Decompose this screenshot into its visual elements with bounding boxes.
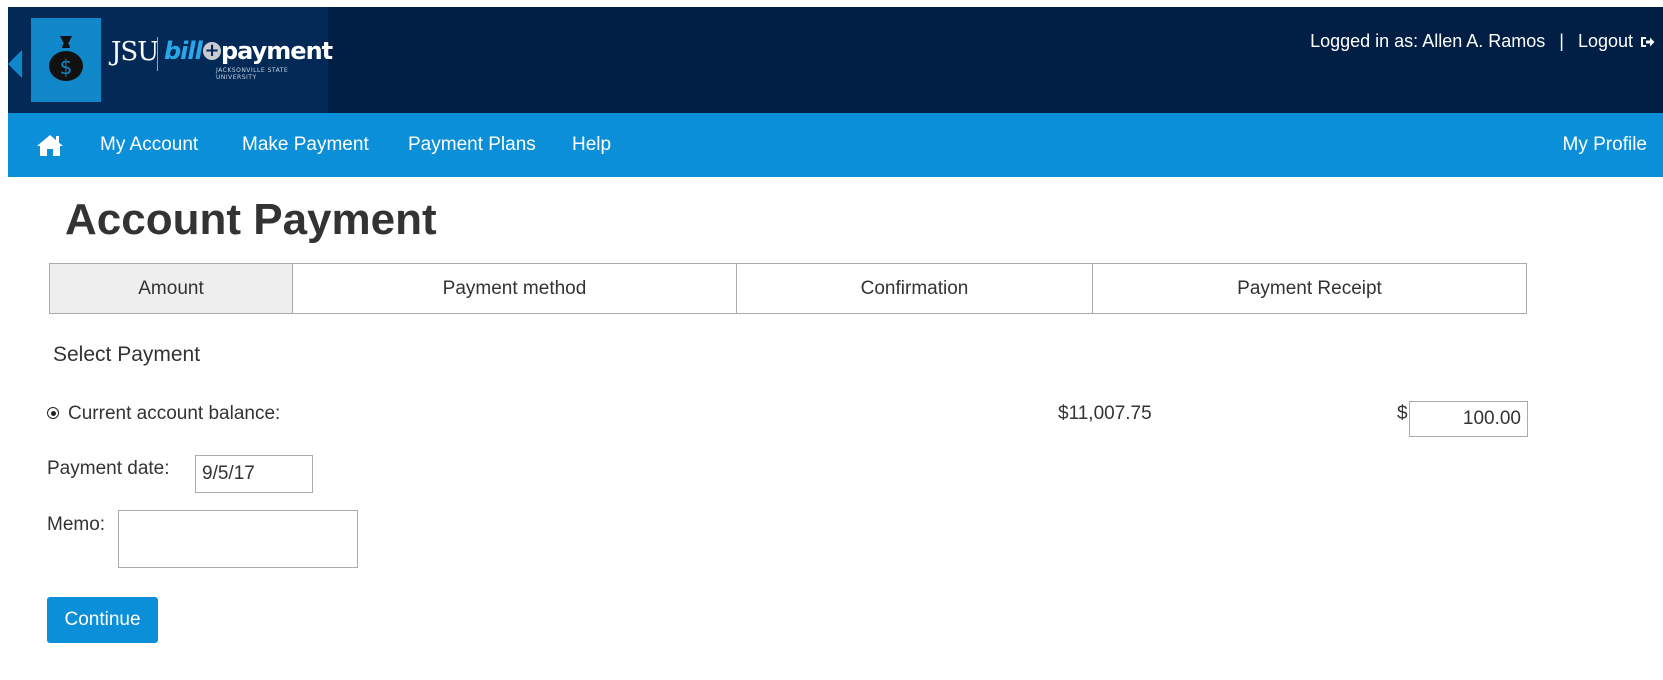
- home-icon[interactable]: [36, 133, 64, 157]
- main-nav: My Account Make Payment Payment Plans He…: [8, 113, 1663, 177]
- payment-date-label: Payment date:: [47, 458, 170, 479]
- svg-text:$: $: [60, 55, 73, 79]
- logo-payment-text: payment: [221, 37, 333, 65]
- logged-in-text: Logged in as: Allen A. Ramos: [1310, 31, 1546, 51]
- page: $ JSU bill + payment JACKSONVILLE STATE …: [8, 7, 1663, 680]
- logo-icon-box: $: [31, 18, 101, 102]
- currency-symbol: $: [1397, 403, 1408, 424]
- logout-icon[interactable]: [1639, 34, 1655, 50]
- site-logo[interactable]: $ JSU bill + payment JACKSONVILLE STATE …: [8, 7, 333, 113]
- nav-my-account[interactable]: My Account: [100, 113, 198, 177]
- balance-label: Current account balance:: [68, 403, 281, 424]
- continue-button[interactable]: Continue: [47, 597, 158, 643]
- step-payment-receipt[interactable]: Payment Receipt: [1093, 264, 1526, 313]
- nav-my-profile[interactable]: My Profile: [1563, 113, 1647, 177]
- logo-subtitle: JACKSONVILLE STATE UNIVERSITY: [216, 67, 289, 81]
- section-title: Select Payment: [53, 343, 201, 366]
- logo-bill-text: bill: [164, 37, 203, 65]
- nav-help[interactable]: Help: [572, 113, 611, 177]
- logo-plus-icon: +: [203, 40, 221, 61]
- memo-input[interactable]: [118, 510, 358, 568]
- money-bag-icon: $: [49, 36, 83, 81]
- step-confirmation[interactable]: Confirmation: [737, 264, 1093, 313]
- balance-radio[interactable]: [47, 407, 59, 419]
- payment-steps: Amount Payment method Confirmation Payme…: [49, 263, 1527, 314]
- top-header: $ JSU bill + payment JACKSONVILLE STATE …: [8, 7, 1663, 113]
- step-amount[interactable]: Amount: [50, 264, 293, 313]
- memo-label: Memo:: [47, 514, 106, 535]
- user-bar-separator: |: [1559, 31, 1564, 51]
- payment-date-input[interactable]: [195, 455, 313, 493]
- logo-arrow: [8, 50, 22, 78]
- logout-link[interactable]: Logout: [1578, 31, 1633, 52]
- nav-make-payment[interactable]: Make Payment: [242, 113, 369, 177]
- logo-school-text: JSU: [111, 37, 159, 67]
- nav-payment-plans[interactable]: Payment Plans: [408, 113, 536, 177]
- step-payment-method[interactable]: Payment method: [293, 264, 737, 313]
- user-bar: Logged in as: Allen A. Ramos | Logout: [1310, 31, 1655, 52]
- balance-value: $11,007.75: [1058, 403, 1152, 424]
- logo-divider: [157, 37, 158, 71]
- page-title: Account Payment: [65, 195, 437, 244]
- payment-amount-input[interactable]: [1409, 401, 1528, 437]
